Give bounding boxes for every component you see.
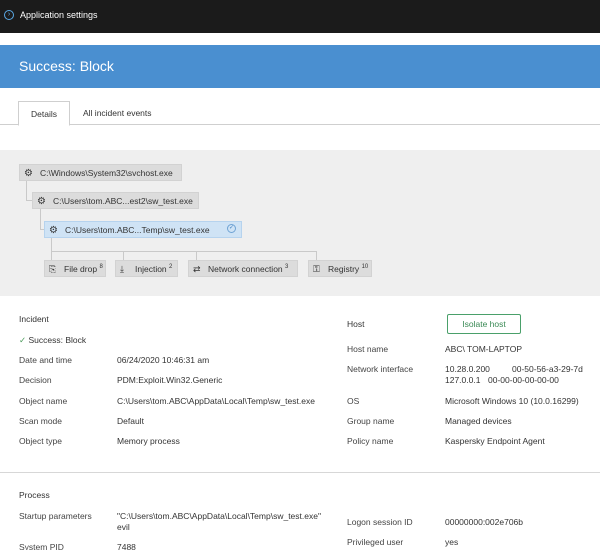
object-type-label: Object type [19,436,62,446]
isolate-host-button[interactable]: Isolate host [447,314,521,334]
host-name-value: ABC\ TOM-LAPTOP [445,344,522,354]
network-ip-1: 10.28.0.200 [445,364,490,374]
group-name-value: Managed devices [445,416,512,426]
gear-icon: ⚙ [24,168,33,179]
decision-label: Decision [19,375,52,385]
count-badge: 3 [285,264,289,271]
scan-mode-label: Scan mode [19,416,62,426]
network-ip-2: 127.0.0.1 [445,375,481,385]
window-title: Application settings [20,10,98,20]
tree-leaf-registry[interactable]: ⚿ Registry 10 [308,260,372,277]
tree-connector [51,251,316,252]
tree-connector [196,251,197,260]
network-mac-2: 00-00-00-00-00-00 [488,375,559,385]
date-label: Date and time [19,355,72,365]
chevron-right-icon[interactable]: › [4,10,14,20]
check-icon: ✓ [19,335,27,345]
count-badge: 8 [99,264,103,271]
network-icon: ⇄ [193,264,201,274]
startup-parameters-label: Startup parameters [19,511,92,521]
tree-node-label: C:\Windows\System32\svchost.exe [40,168,173,178]
logon-session-value: 00000000:002e706b [445,517,523,527]
title-bar: › Application settings [0,0,600,33]
count-badge: 10 [361,264,369,271]
startup-parameters-value-2: evil [117,522,130,532]
group-name-label: Group name [347,416,395,426]
tab-details[interactable]: Details [18,101,70,126]
gear-icon: ⚙ [49,225,58,236]
check-circle-icon: ✓ [227,224,236,233]
startup-parameters-value: "C:\Users\tom.ABC\AppData\Local\Temp\sw_… [117,511,321,521]
policy-name-label: Policy name [347,436,394,446]
network-interface-label: Network interface [347,364,414,374]
policy-name-value: Kaspersky Endpoint Agent [445,436,545,446]
tree-connector [123,251,124,260]
tree-connector [26,181,27,200]
logon-session-label: Logon session ID [347,517,413,527]
host-heading: Host [347,319,365,329]
object-name-label: Object name [19,396,68,406]
privileged-user-label: Privileged user [347,537,404,547]
section-divider [0,472,600,473]
tree-node-sw-test-selected[interactable]: ⚙ C:\Users\tom.ABC...Temp\sw_test.exe ✓ [44,221,242,238]
scan-mode-value: Default [117,416,144,426]
tree-node-label: C:\Users\tom.ABC...Temp\sw_test.exe [65,225,210,235]
tree-connector [316,251,317,260]
tree-node-sw-test-parent[interactable]: ⚙ C:\Users\tom.ABC...est2\sw_test.exe [32,192,199,209]
os-value: Microsoft Windows 10 (10.0.16299) [445,396,579,406]
network-mac-1: 00-50-56-a3-29-7d [512,364,583,374]
count-badge: 2 [169,264,173,271]
host-name-label: Host name [347,344,389,354]
incident-header: Success: Block [0,45,600,88]
file-drop-icon: ⎘ [49,264,57,274]
incident-status: ✓ Success: Block [19,335,87,345]
tree-connector [51,251,52,260]
tree-connector [51,237,52,251]
tab-all-incident-events[interactable]: All incident events [83,101,152,126]
tree-node-svchost[interactable]: ⚙ C:\Windows\System32\svchost.exe [19,164,182,181]
object-name-value: C:\Users\tom.ABC\AppData\Local\Temp\sw_t… [117,396,315,406]
date-value: 06/24/2020 10:46:31 am [117,355,210,365]
tab-bar: Details All incident events [0,101,600,126]
gear-icon: ⚙ [37,196,46,207]
privileged-user-value: yes [445,537,459,547]
tree-connector [40,208,41,229]
tree-node-label: C:\Users\tom.ABC...est2\sw_test.exe [53,196,193,206]
decision-value: PDM:Exploit.Win32.Generic [117,375,223,385]
tree-leaf-file-drop[interactable]: ⎘ File drop 8 [44,260,106,277]
system-pid-label: System PID [19,542,64,550]
key-icon: ⚿ [313,264,320,274]
object-type-value: Memory process [117,436,180,446]
system-pid-value: 7488 [117,542,136,550]
os-label: OS [347,396,360,406]
tree-leaf-network-connection[interactable]: ⇄ Network connection 3 [188,260,298,277]
injection-icon: ⤓ [120,264,124,274]
tree-leaf-injection[interactable]: ⤓ Injection 2 [115,260,178,277]
incident-heading: Incident [19,314,49,324]
process-heading: Process [19,490,50,500]
page-title: Success: Block [19,58,114,74]
